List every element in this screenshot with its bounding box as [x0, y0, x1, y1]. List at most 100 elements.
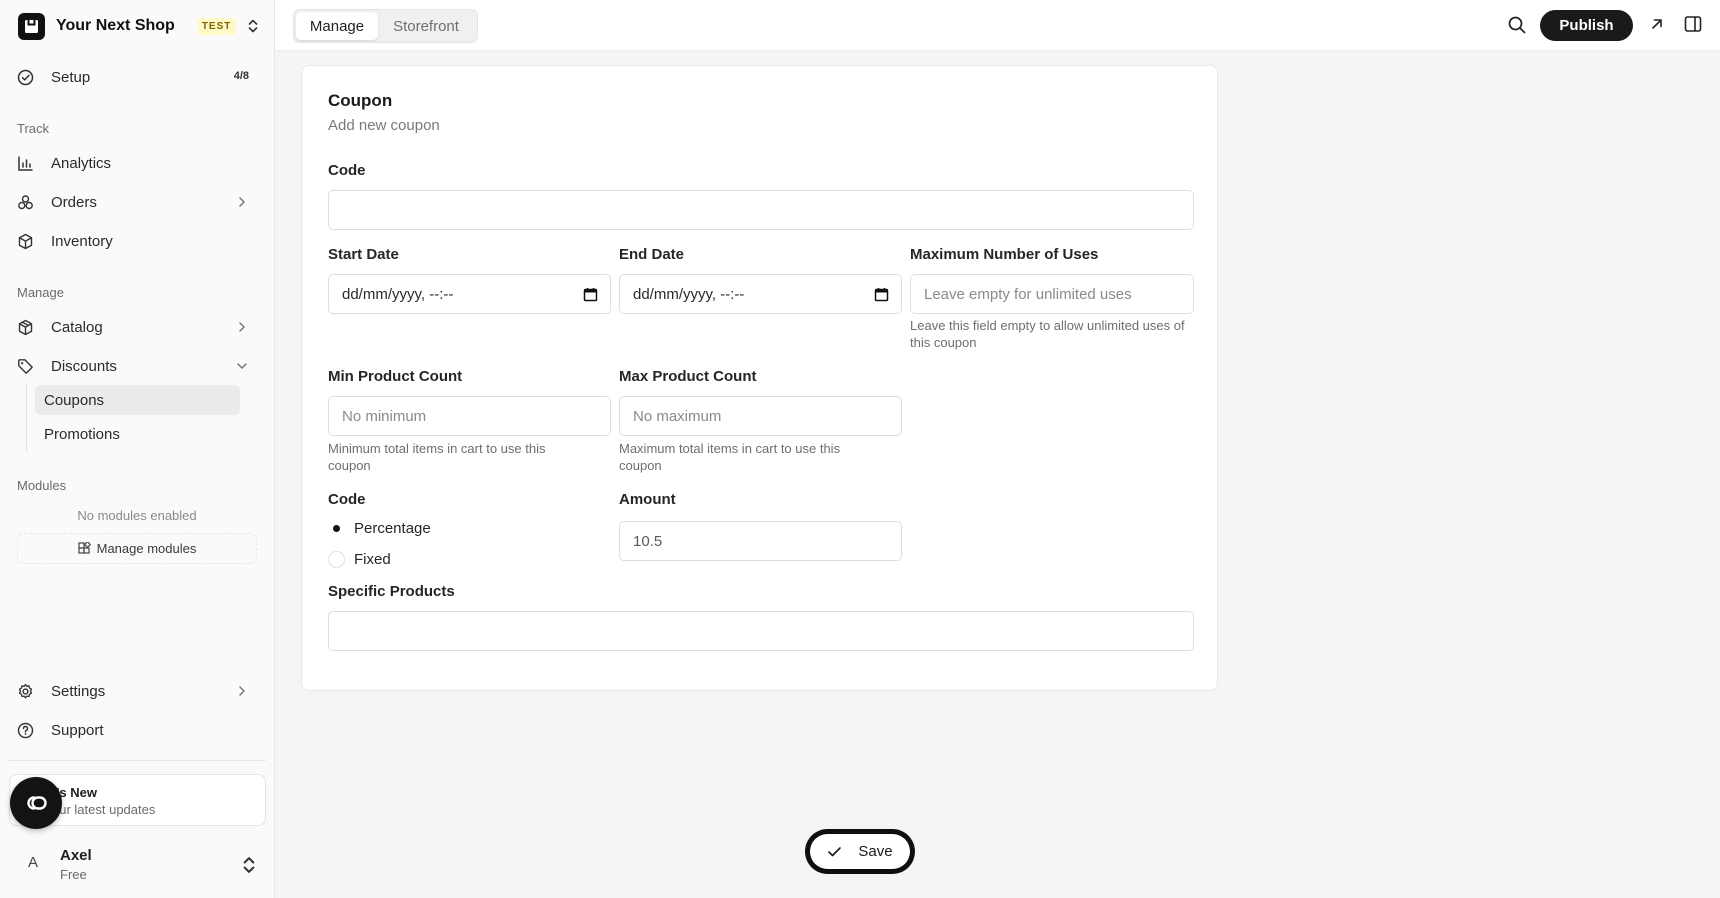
sidebar-item-catalog[interactable]: Catalog — [8, 310, 266, 344]
sidebar-item-label: Orders — [51, 193, 97, 211]
sidebar-item-label: Discounts — [51, 357, 117, 375]
test-mode-badge: TEST — [196, 17, 237, 35]
max-product-count-hint: Maximum total items in cart to use this … — [619, 441, 841, 473]
sidebar-item-setup[interactable]: Setup 4/8 — [8, 60, 266, 94]
chevron-down-icon — [237, 363, 247, 369]
start-date-input[interactable]: dd/mm/yyyy, --:-- — [328, 274, 611, 314]
amount-input[interactable]: 10.5 — [619, 521, 902, 561]
gear-icon — [17, 683, 34, 700]
chevron-right-icon — [239, 197, 245, 207]
section-label-track: Track — [17, 121, 50, 136]
calendar-icon[interactable] — [583, 287, 598, 302]
amount-label: Amount — [619, 491, 676, 508]
sidebar-item-label: Promotions — [44, 425, 120, 443]
help-icon — [17, 722, 34, 739]
open-external-icon[interactable] — [1648, 15, 1666, 33]
min-product-count-hint: Minimum total items in cart to use this … — [328, 441, 546, 473]
tag-icon — [17, 358, 34, 375]
check-circle-icon — [17, 69, 34, 86]
sidebar-item-label: Analytics — [51, 154, 112, 172]
sidebar-item-support[interactable]: Support — [8, 713, 266, 747]
orders-icon — [17, 194, 34, 211]
store-logo-icon — [18, 12, 45, 40]
save-button-inner: Save — [810, 834, 910, 869]
page-title: Coupon — [328, 91, 393, 110]
radio-label: Fixed — [354, 550, 391, 568]
sidebar-item-coupons[interactable]: Coupons — [35, 385, 240, 415]
chevron-up-down-icon — [244, 16, 262, 36]
tab-manage[interactable]: Manage — [296, 12, 378, 40]
manage-modules-button[interactable]: Manage modules — [17, 533, 257, 564]
coupon-form-card: Coupon Add new coupon Code Start Date dd… — [301, 65, 1218, 691]
chart-icon — [17, 155, 34, 172]
end-date-label: End Date — [619, 246, 685, 263]
box-icon — [17, 233, 34, 250]
user-name: Axel — [60, 847, 92, 864]
min-product-count-label: Min Product Count — [328, 368, 463, 385]
sidebar-item-inventory[interactable]: Inventory — [8, 224, 266, 258]
radio-selected-icon[interactable] — [328, 519, 345, 537]
whats-new-subtitle: our latest updates — [52, 802, 156, 817]
sidebar-item-label: Settings — [51, 682, 106, 700]
sidebar-divider — [8, 760, 266, 761]
sidebar-item-label: Support — [51, 721, 104, 739]
sidebar-item-promotions[interactable]: Promotions — [35, 419, 240, 449]
sidebar-item-discounts[interactable]: Discounts — [8, 349, 266, 383]
sidebar-item-label: Coupons — [44, 391, 105, 409]
catalog-icon — [17, 319, 34, 336]
user-plan: Free — [60, 867, 87, 882]
max-uses-input[interactable]: Leave empty for unlimited uses — [910, 274, 1194, 314]
store-name: Your Next Shop — [56, 17, 175, 34]
submenu-guide-line — [26, 384, 27, 452]
user-account-switcher[interactable]: A Axel Free — [8, 844, 266, 884]
check-icon — [828, 847, 842, 857]
start-date-value: dd/mm/yyyy, --:-- — [342, 285, 454, 303]
sidebar: Your Next Shop TEST Setup 4/8 Track Anal… — [0, 0, 275, 898]
search-icon[interactable] — [1507, 15, 1527, 35]
code-label: Code — [328, 162, 366, 179]
panel-toggle-icon[interactable] — [1683, 14, 1703, 34]
chevron-right-icon — [239, 322, 245, 332]
max-product-count-label: Max Product Count — [619, 368, 757, 385]
specific-products-input[interactable] — [328, 611, 1194, 651]
avatar: A — [28, 854, 39, 871]
radio-unselected-icon[interactable] — [328, 550, 345, 568]
radio-label: Percentage — [354, 519, 431, 537]
max-uses-label: Maximum Number of Uses — [910, 246, 1099, 263]
sidebar-item-label: Setup — [51, 68, 91, 86]
specific-products-label: Specific Products — [328, 583, 455, 600]
chevron-right-icon — [239, 686, 245, 696]
end-date-value: dd/mm/yyyy, --:-- — [633, 285, 745, 303]
min-product-count-input[interactable]: No minimum — [328, 396, 611, 436]
save-label: Save — [858, 843, 893, 860]
manage-modules-label: Manage modules — [96, 541, 197, 556]
tab-storefront[interactable]: Storefront — [378, 12, 474, 40]
start-date-label: Start Date — [328, 246, 399, 263]
sidebar-item-orders[interactable]: Orders — [8, 185, 266, 219]
save-button[interactable]: Save — [805, 829, 915, 874]
sidebar-item-settings[interactable]: Settings — [8, 674, 266, 708]
max-product-count-input[interactable]: No maximum — [619, 396, 902, 436]
modules-icon — [78, 542, 91, 554]
section-label-manage: Manage — [17, 285, 64, 300]
page-subtitle: Add new coupon — [328, 117, 440, 134]
chat-launcher-button[interactable] — [10, 777, 62, 829]
sidebar-item-label: Catalog — [51, 318, 103, 336]
chevron-up-down-icon — [243, 857, 255, 873]
setup-progress-count: 4/8 — [233, 70, 249, 82]
chat-widget-icon — [27, 796, 47, 810]
publish-button[interactable]: Publish — [1540, 10, 1633, 41]
view-toggle: Manage Storefront — [293, 9, 478, 43]
max-uses-hint: Leave this field empty to allow unlimite… — [910, 318, 1185, 350]
radio-fixed[interactable]: Fixed — [328, 549, 391, 569]
radio-percentage[interactable]: Percentage — [328, 518, 431, 538]
code-input[interactable] — [328, 190, 1194, 230]
sidebar-item-analytics[interactable]: Analytics — [8, 146, 266, 180]
store-switcher[interactable]: Your Next Shop TEST — [18, 12, 262, 40]
end-date-input[interactable]: dd/mm/yyyy, --:-- — [619, 274, 902, 314]
top-bar: Manage Storefront Publish — [275, 0, 1720, 51]
discount-type-label: Code — [328, 491, 366, 508]
calendar-icon[interactable] — [874, 287, 889, 302]
section-label-modules: Modules — [17, 478, 67, 493]
no-modules-text: No modules enabled — [77, 508, 197, 523]
